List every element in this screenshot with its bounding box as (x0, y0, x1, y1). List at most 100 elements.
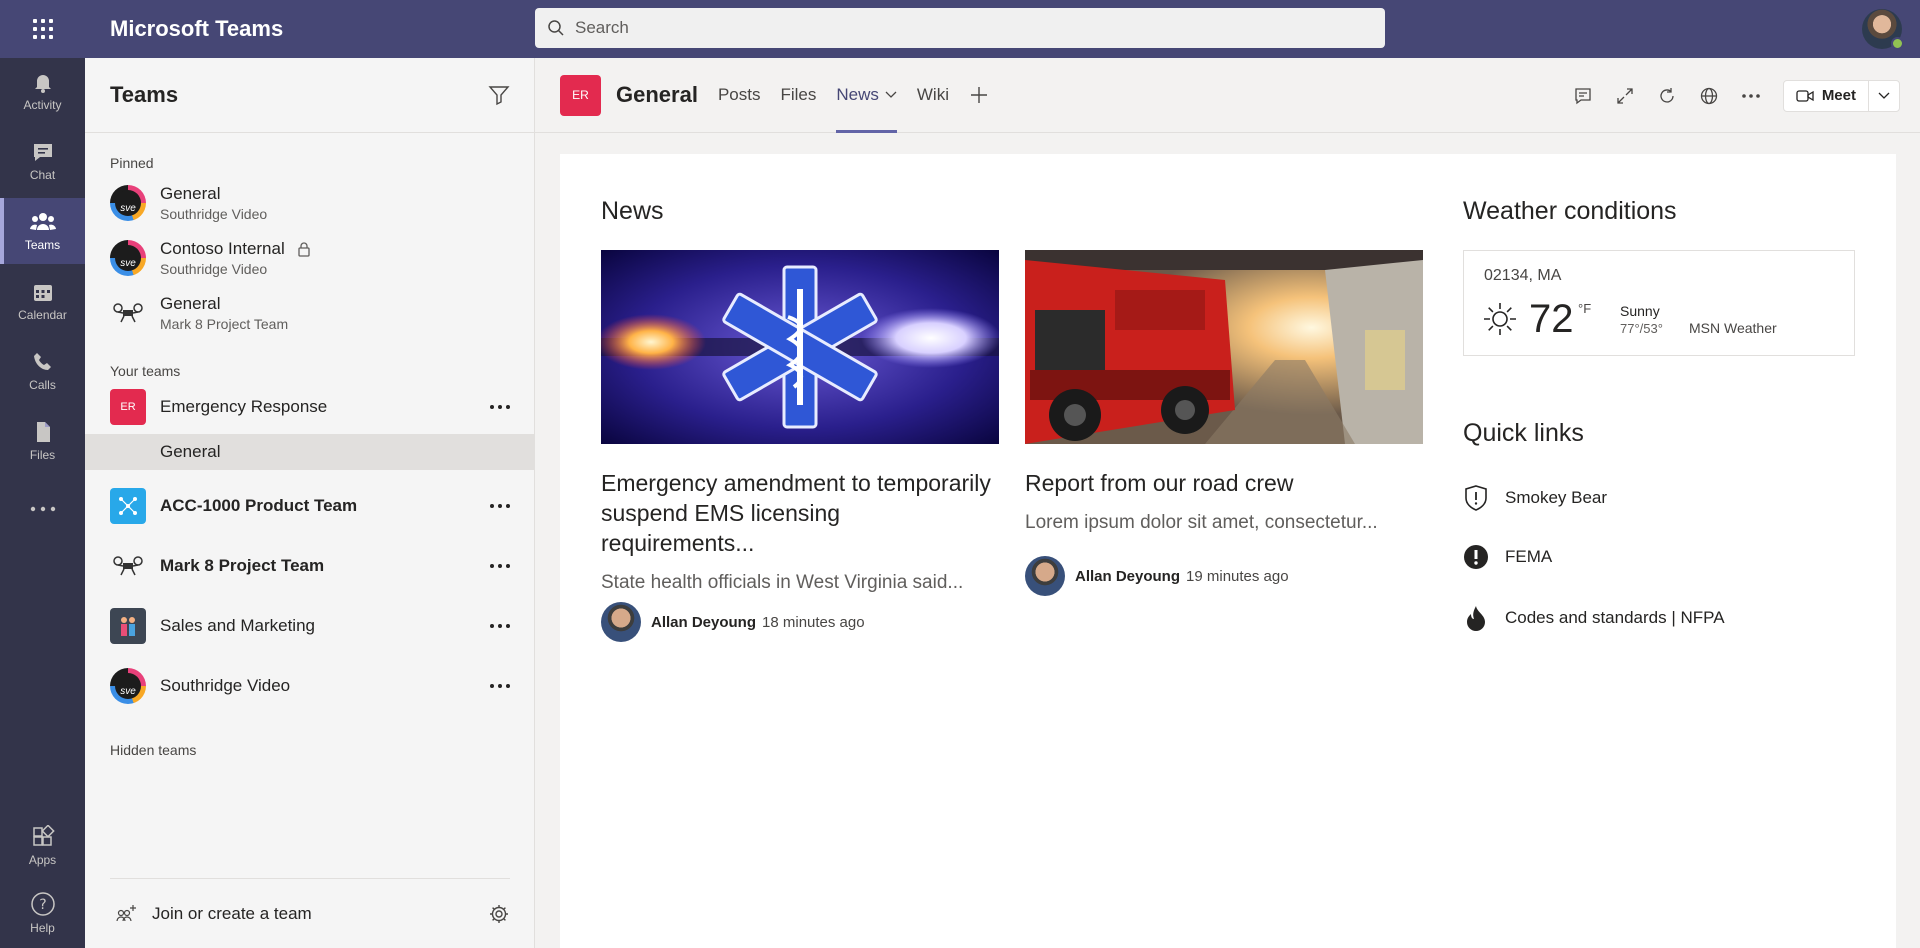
profile-avatar[interactable] (1862, 9, 1904, 50)
team-name: ACC-1000 Product Team (160, 496, 358, 515)
pane-title: Teams (110, 82, 179, 107)
search-icon (548, 20, 564, 36)
more-options-icon[interactable] (490, 564, 510, 568)
team-name: Sales and Marketing (160, 616, 315, 635)
team-row-sales-marketing[interactable]: Sales and Marketing (85, 596, 534, 656)
team-row-acc-1000[interactable]: ACC-1000 Product Team (85, 476, 534, 536)
team-name: Southridge Video (160, 205, 268, 222)
news-card[interactable]: Report from our road crew Lorem ipsum do… (1025, 250, 1423, 596)
tab-news[interactable]: News (836, 58, 897, 133)
channel-name: General (160, 183, 221, 203)
rail-activity[interactable]: Activity (0, 58, 85, 124)
sun-icon (1484, 303, 1516, 335)
weather-source: MSN Weather (1689, 320, 1777, 336)
more-options-icon[interactable] (490, 624, 510, 628)
news-card-title[interactable]: Emergency amendment to temporarily suspe… (601, 468, 999, 558)
quick-link-label: FEMA (1505, 547, 1553, 566)
more-options-icon[interactable] (490, 504, 510, 508)
drone-icon (110, 295, 146, 331)
app-title: Microsoft Teams (110, 16, 284, 41)
post-time: 18 minutes ago (762, 613, 865, 631)
news-section-title: News (601, 197, 664, 225)
search-input[interactable]: Search (535, 8, 1385, 48)
meet-label: Meet (1821, 87, 1856, 104)
expand-icon[interactable] (1615, 86, 1635, 106)
quick-links-title: Quick links (1463, 419, 1584, 447)
channel-row-general[interactable]: General (85, 434, 534, 470)
quick-link-label: Smokey Bear (1505, 488, 1608, 507)
weather-location: 02134, MA (1484, 267, 1562, 284)
team-row-southridge-video[interactable]: Southridge Video (85, 656, 534, 716)
team-avatar (110, 608, 146, 644)
presence-indicator (1891, 37, 1904, 50)
pinned-label: Pinned (110, 155, 154, 171)
pane-footer: Join or create a team (110, 878, 510, 948)
rail-label: Chat (29, 168, 56, 182)
app-launcher-button[interactable] (0, 0, 85, 58)
help-icon: ? (30, 892, 55, 916)
quick-link-smokey-bear[interactable]: Smokey Bear (1463, 484, 1607, 512)
conversation-icon[interactable] (1573, 86, 1593, 106)
meet-dropdown[interactable] (1869, 81, 1899, 111)
news-card-snippet: State health officials in West Virginia … (601, 572, 964, 593)
rail-calendar[interactable]: Calendar (0, 268, 85, 334)
join-create-team-button[interactable]: Join or create a team (110, 904, 312, 924)
apps-icon (32, 825, 55, 846)
rail-label: Files (29, 448, 56, 462)
rail-label: Apps (28, 853, 57, 867)
team-name: Emergency Response (160, 396, 328, 416)
add-tab-icon[interactable] (969, 58, 989, 133)
quick-link-fema[interactable]: FEMA (1463, 544, 1552, 570)
more-options-icon[interactable] (490, 404, 510, 409)
pinned-channel[interactable]: Contoso Internal Southridge Video (85, 230, 534, 285)
rail-files[interactable]: Files (0, 408, 85, 474)
more-options-icon[interactable] (490, 684, 510, 688)
bell-icon (34, 75, 51, 93)
rail-label: Teams (24, 238, 61, 252)
video-camera-icon (1796, 89, 1814, 102)
news-card-title[interactable]: Report from our road crew (1025, 468, 1423, 498)
weather-section-title: Weather conditions (1463, 197, 1677, 225)
rail-teams[interactable]: Teams (0, 198, 85, 264)
rail-calls[interactable]: Calls (0, 338, 85, 404)
more-options-icon[interactable] (1741, 93, 1761, 99)
teams-pane: Teams Pinned General Southridge Video Co… (85, 58, 535, 948)
weather-range: 77°/53° (1620, 321, 1663, 336)
weather-widget[interactable]: 02134, MA 72 °F Sunny 77°/53° MSN Weathe… (1463, 250, 1855, 356)
rail-help[interactable]: ? Help (0, 880, 85, 946)
refresh-icon[interactable] (1657, 86, 1677, 106)
news-card-byline: Allan Deyoung 18 minutes ago (601, 602, 999, 642)
meet-now-button[interactable]: Meet (1784, 80, 1869, 111)
pinned-channel[interactable]: General Southridge Video (85, 175, 534, 230)
channel-header: ER General Posts Files News Wiki Meet (535, 58, 1920, 133)
news-card-byline: Allan Deyoung 19 minutes ago (1025, 556, 1423, 596)
rail-more-apps[interactable] (0, 478, 85, 544)
waffle-icon (32, 19, 53, 39)
search-placeholder: Search (575, 18, 629, 37)
team-row-emergency-response[interactable]: ER Emergency Response (85, 379, 534, 434)
news-card[interactable]: Emergency amendment to temporarily suspe… (601, 250, 999, 642)
filter-icon[interactable] (488, 84, 510, 106)
globe-icon[interactable] (1699, 86, 1719, 106)
gear-icon[interactable] (488, 903, 510, 925)
quick-link-nfpa[interactable]: Codes and standards | NFPA (1463, 604, 1725, 632)
rail-label: Calendar (18, 308, 67, 322)
more-icon (30, 506, 55, 512)
rail-chat[interactable]: Chat (0, 128, 85, 194)
tab-posts[interactable]: Posts (718, 58, 761, 133)
team-avatar (110, 488, 146, 524)
your-teams-label: Your teams (110, 363, 181, 379)
meet-button[interactable]: Meet (1782, 79, 1900, 112)
join-label: Join or create a team (152, 903, 312, 923)
rail-apps[interactable]: Apps (0, 813, 85, 879)
tab-files[interactable]: Files (780, 58, 816, 133)
pinned-channel[interactable]: General Mark 8 Project Team (85, 285, 534, 340)
team-name: Mark 8 Project Team (160, 315, 289, 332)
lock-icon (297, 241, 311, 257)
hidden-teams-label[interactable]: Hidden teams (85, 742, 534, 758)
tab-wiki[interactable]: Wiki (917, 58, 949, 133)
team-row-mark-8[interactable]: Mark 8 Project Team (85, 536, 534, 596)
drone-icon (110, 548, 146, 584)
team-avatar (110, 239, 146, 276)
flame-icon (1467, 606, 1485, 631)
